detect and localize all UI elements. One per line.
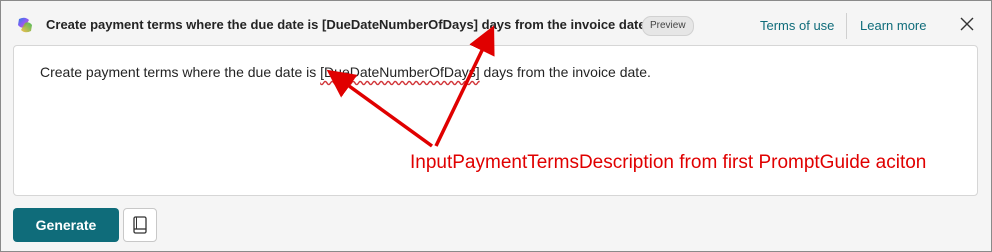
prompt-text-end: days from the invoice date.: [479, 64, 651, 80]
book-icon: [133, 216, 147, 234]
prompt-placeholder-token[interactable]: [DueDateNumberOfDays]: [320, 64, 480, 80]
learn-more-link[interactable]: Learn more: [860, 18, 926, 33]
prompt-text-start: Create payment terms where the due date …: [40, 64, 321, 80]
preview-badge: Preview: [642, 16, 694, 36]
prompt-text: Create payment terms where the due date …: [40, 64, 651, 80]
dialog-title: Create payment terms where the due date …: [46, 17, 650, 32]
copilot-icon: [18, 17, 32, 33]
annotation-label: InputPaymentTermsDescription from first …: [410, 152, 927, 173]
dialog-header: Create payment terms where the due date …: [1, 1, 991, 45]
header-divider: [846, 13, 847, 39]
copilot-dialog: Create payment terms where the due date …: [0, 0, 992, 252]
prompt-guide-button[interactable]: [123, 208, 157, 242]
terms-of-use-link[interactable]: Terms of use: [760, 18, 834, 33]
generate-button[interactable]: Generate: [13, 208, 119, 242]
close-icon[interactable]: [956, 13, 978, 35]
